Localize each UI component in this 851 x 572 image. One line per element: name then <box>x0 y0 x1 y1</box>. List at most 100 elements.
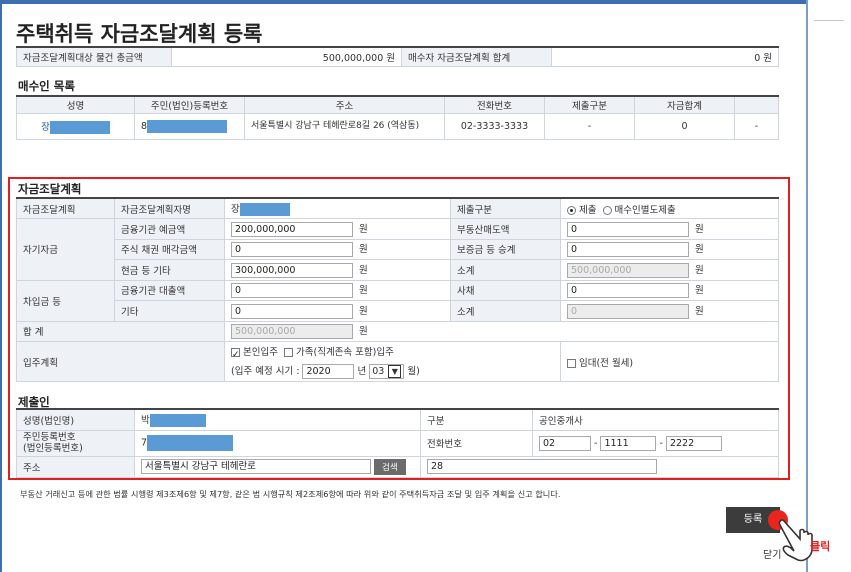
redaction <box>239 203 290 216</box>
col-submit-type: 제출구분 <box>544 95 635 114</box>
buyer-table: 성명 주민(법인)등록번호 주소 전화번호 제출구분 자금합계 장 8 서울특별… <box>16 95 779 140</box>
rent-checkbox[interactable] <box>567 358 576 368</box>
family-movein-checkbox[interactable] <box>284 348 294 357</box>
submitter-rrn-label: 주민등록번호 (법인등록번호) <box>16 429 135 457</box>
move-date-prefix: (입주 예정 시기 : <box>231 366 300 377</box>
total-amount-label: 자금조달계획대상 물건 총금액 <box>16 46 172 67</box>
separate-submit-label: 매수인별도제출 <box>614 204 676 216</box>
address-input[interactable]: 서울특별시 강남구 테헤란로 <box>141 459 371 474</box>
borrow-subtotal-input: 0 <box>567 303 689 319</box>
submitter-rrn-cell: 7 <box>134 429 421 457</box>
unit-label: 원 <box>695 244 704 256</box>
unit-label: 원 <box>359 285 368 297</box>
buyer-extra: - <box>734 112 779 140</box>
page-title: 주택취득 자금조달계획 등록 <box>16 22 263 46</box>
buyer-submit-type: - <box>544 112 635 140</box>
submitter-name-cell: 박 <box>134 408 421 431</box>
writer-label: 자금조달계획자명 <box>114 197 225 219</box>
plan-section-title: 자금조달계획 <box>18 182 82 196</box>
col-fund-sum: 자금합계 <box>634 95 735 114</box>
unit-label: 원 <box>359 305 368 317</box>
phone-part3-input[interactable]: 2222 <box>665 435 722 451</box>
col-phone: 전화번호 <box>444 95 545 114</box>
buyer-address: 서울특별시 강남구 테헤란로8길 26 (역삼동) <box>244 112 445 140</box>
family-movein-label: 가족(직계존속 포함)입주 <box>296 347 394 358</box>
submit-radio[interactable] <box>567 205 576 215</box>
redaction <box>49 120 110 134</box>
buyer-name-cell[interactable]: 장 <box>16 112 135 140</box>
col-address: 주소 <box>244 95 445 114</box>
redaction <box>149 414 206 428</box>
deposit-input[interactable]: 200,000,000 <box>231 221 353 237</box>
unit-label: 원 <box>695 305 704 317</box>
realestate-label: 부동산매도액 <box>450 218 561 240</box>
month-unit: 월) <box>407 366 420 377</box>
move-month-value: 03 <box>372 366 385 377</box>
move-in-label: 입주계획 <box>16 341 225 382</box>
unit-label: 원 <box>359 244 368 256</box>
move-year-input[interactable]: 2020 <box>302 364 355 379</box>
click-label: 클릭 <box>810 540 831 553</box>
private-loan-input[interactable]: 0 <box>567 283 689 299</box>
submit-radio-label: 제출 <box>579 204 597 216</box>
deposit-label: 금융기관 예금액 <box>114 218 225 240</box>
table-row[interactable]: 장 8 서울특별시 강남구 테헤란로8길 26 (역삼동) 02-3333-33… <box>16 112 779 140</box>
window-top-border <box>0 0 812 4</box>
buyer-phone: 02-3333-3333 <box>444 112 545 140</box>
stock-input[interactable]: 0 <box>231 242 353 258</box>
buyer-list-title: 매수인 목록 <box>18 79 75 93</box>
buyer-name-link[interactable]: 장 <box>41 122 50 133</box>
col-rrn: 주민(법인)등록번호 <box>134 95 245 114</box>
submitter-table: 성명(법인명) 박 구분 공인중개사 주민등록번호 (법인등록번호) 7 전화번… <box>16 408 779 478</box>
total-amount-value: 500,000,000 원 <box>171 46 402 67</box>
move-month-select[interactable]: 03 ▼ <box>369 364 405 379</box>
submitter-addr-label: 주소 <box>16 455 135 478</box>
cash-input[interactable]: 300,000,000 <box>231 262 353 278</box>
loan-input[interactable]: 0 <box>231 283 353 299</box>
col-extra <box>734 95 779 114</box>
buyer-fund-sum: 0 <box>634 112 735 140</box>
buyer-sum-value: 0 원 <box>551 46 779 67</box>
plan-label: 자금조달계획 <box>16 197 115 219</box>
submitter-phone-label: 전화번호 <box>420 429 533 457</box>
self-movein-checkbox[interactable] <box>231 346 240 365</box>
year-unit: 년 <box>357 366 367 377</box>
buyer-sum-label: 매수자 자금조달계획 합계 <box>401 46 552 67</box>
cash-label: 현금 등 기타 <box>114 259 225 281</box>
lease-input[interactable]: 0 <box>567 242 689 258</box>
search-button[interactable]: 검색 <box>374 458 406 475</box>
unit-label: 원 <box>359 326 368 338</box>
submitter-type-value: 공인중개사 <box>532 408 779 431</box>
unit-label: 원 <box>695 285 704 297</box>
address-detail-input[interactable]: 28 <box>427 459 657 474</box>
submitter-name: 박 <box>141 415 150 427</box>
phone-part2-input[interactable]: 1111 <box>600 435 657 451</box>
separate-submit-radio[interactable] <box>602 205 612 215</box>
redaction <box>147 119 228 133</box>
plan-total-input: 500,000,000 <box>231 324 353 340</box>
submit-type-cell: 제출 매수인별도제출 <box>560 197 779 219</box>
lease-label: 보증금 등 승계 <box>450 238 561 260</box>
private-loan-label: 사채 <box>450 279 561 301</box>
borrow-subtotal-label: 소계 <box>450 300 561 322</box>
submitter-name-label: 성명(법인명) <box>16 408 135 431</box>
etc-input[interactable]: 0 <box>231 303 353 319</box>
own-subtotal-input: 500,000,000 <box>567 262 689 278</box>
writer-name: 장 <box>231 204 240 215</box>
background-strip <box>808 0 851 572</box>
funding-plan-table: 자금조달계획 자금조달계획자명 장 제출구분 제출 매수인별도제출 자기자금 금… <box>16 197 779 382</box>
close-link[interactable]: 닫기 <box>763 546 781 561</box>
writer-cell: 장 <box>224 197 451 219</box>
unit-label: 원 <box>695 264 704 276</box>
summary-table: 자금조달계획대상 물건 총금액 500,000,000 원 매수자 자금조달계획… <box>16 46 779 67</box>
stock-label: 주식 채권 매각금액 <box>114 238 225 260</box>
realestate-input[interactable]: 0 <box>567 221 689 237</box>
submitter-type-label: 구분 <box>420 408 533 431</box>
borrow-label: 차입금 등 <box>16 279 115 322</box>
etc-label: 기타 <box>114 300 225 322</box>
submit-type-label: 제출구분 <box>450 197 561 219</box>
plan-total-label: 합 계 <box>16 320 225 342</box>
own-subtotal-label: 소계 <box>450 259 561 281</box>
buyer-rrn-cell: 8 <box>134 112 245 140</box>
phone-part1-input[interactable]: 02 <box>539 435 591 451</box>
